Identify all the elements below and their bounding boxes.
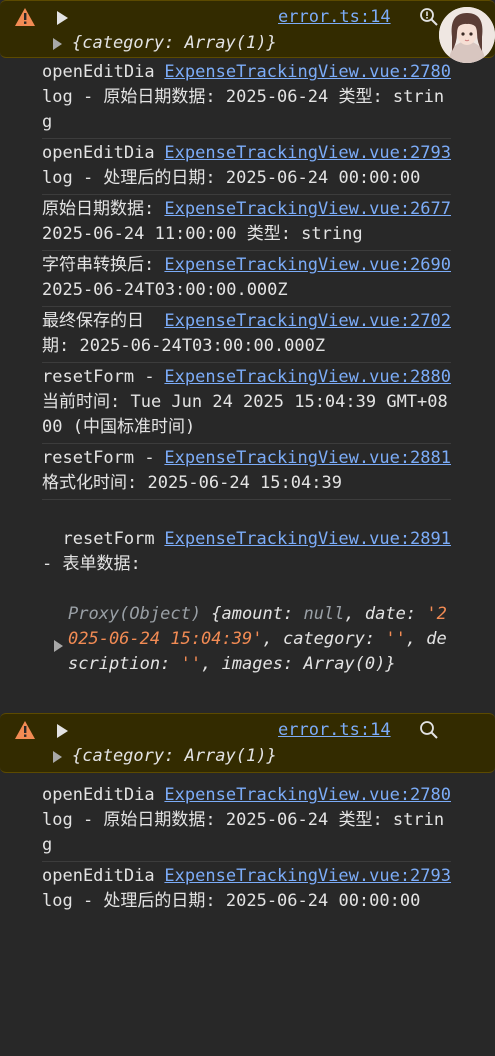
console-log-message: ExpenseTrackingView.vue:2780 openEditDial…	[42, 58, 451, 139]
key-amount: amount	[221, 604, 283, 624]
source-link[interactable]: ExpenseTrackingView.vue:2690	[164, 253, 451, 278]
key-date: date	[364, 604, 406, 624]
expand-triangle-icon[interactable]	[55, 9, 69, 27]
object-preview[interactable]: {category: Array(1)}	[0, 31, 485, 57]
proxy-prefix: Proxy(Object)	[68, 604, 202, 624]
source-link[interactable]: error.ts:14	[278, 5, 391, 30]
source-link[interactable]: ExpenseTrackingView.vue:2702	[164, 309, 451, 334]
source-link[interactable]: ExpenseTrackingView.vue:2677	[164, 197, 451, 222]
warning-icon	[15, 721, 35, 739]
console-log-message: ExpenseTrackingView.vue:2780 openEditDial…	[42, 781, 451, 862]
console-log-message: ExpenseTrackingView.vue:2793 openEditDial…	[42, 139, 451, 195]
value-category: ''	[385, 629, 406, 649]
proxy-object[interactable]: Proxy(Object) {amount: null, date: '2025…	[42, 602, 455, 677]
console-log-message: ExpenseTrackingView.vue:2677 原始日期数据: 2025…	[42, 195, 451, 251]
avatar[interactable]	[439, 7, 495, 63]
brace-close: }	[385, 654, 396, 674]
brace-open: {	[201, 604, 222, 624]
console-log-message: ExpenseTrackingView.vue:2880 resetForm - …	[42, 363, 451, 444]
object-text: {category: Array(1)}	[72, 33, 277, 53]
value-description: ''	[180, 654, 202, 674]
source-link[interactable]: ExpenseTrackingView.vue:2891	[164, 527, 451, 552]
warning-group-2: error.ts:14 {category: Array(1)}	[0, 713, 495, 773]
source-link[interactable]: ExpenseTrackingView.vue:2780	[164, 783, 451, 808]
warning-group-1: error.ts:14 {category: Array(1)}	[0, 0, 495, 63]
source-link[interactable]: ExpenseTrackingView.vue:2881	[164, 446, 451, 471]
value-images: Array(0)	[303, 654, 386, 674]
search-icon[interactable]	[418, 719, 440, 741]
console-log-message: ExpenseTrackingView.vue:2702 最终保存的日期: 202…	[42, 307, 451, 363]
search-icon[interactable]	[418, 6, 440, 28]
console-log-message: ExpenseTrackingView.vue:2690 字符串转换后: 2025…	[42, 251, 451, 307]
source-link[interactable]: ExpenseTrackingView.vue:2880	[164, 365, 451, 390]
console-log-message: ExpenseTrackingView.vue:2881 resetForm - …	[42, 444, 451, 500]
key-images: images	[221, 654, 283, 674]
source-link[interactable]: ExpenseTrackingView.vue:2793	[164, 141, 451, 166]
value-amount: null	[303, 604, 345, 624]
expand-triangle-icon[interactable]	[55, 722, 69, 740]
source-link[interactable]: error.ts:14	[278, 718, 391, 743]
avatar-image	[439, 7, 495, 63]
source-link[interactable]: ExpenseTrackingView.vue:2793	[164, 864, 451, 889]
console-log-message: ExpenseTrackingView.vue:2793 openEditDial…	[42, 862, 451, 917]
key-category: category	[282, 629, 365, 649]
source-link[interactable]: ExpenseTrackingView.vue:2780	[164, 60, 451, 85]
caret-icon	[53, 751, 62, 763]
console-log-message: ExpenseTrackingView.vue:2891 resetForm - …	[42, 500, 451, 705]
log-text: resetForm - 表单数据:	[42, 529, 165, 574]
warning-icon	[15, 8, 35, 26]
object-preview[interactable]: {category: Array(1)}	[0, 744, 485, 770]
object-text: {category: Array(1)}	[72, 746, 277, 766]
caret-icon	[54, 640, 63, 652]
caret-icon	[53, 38, 62, 50]
